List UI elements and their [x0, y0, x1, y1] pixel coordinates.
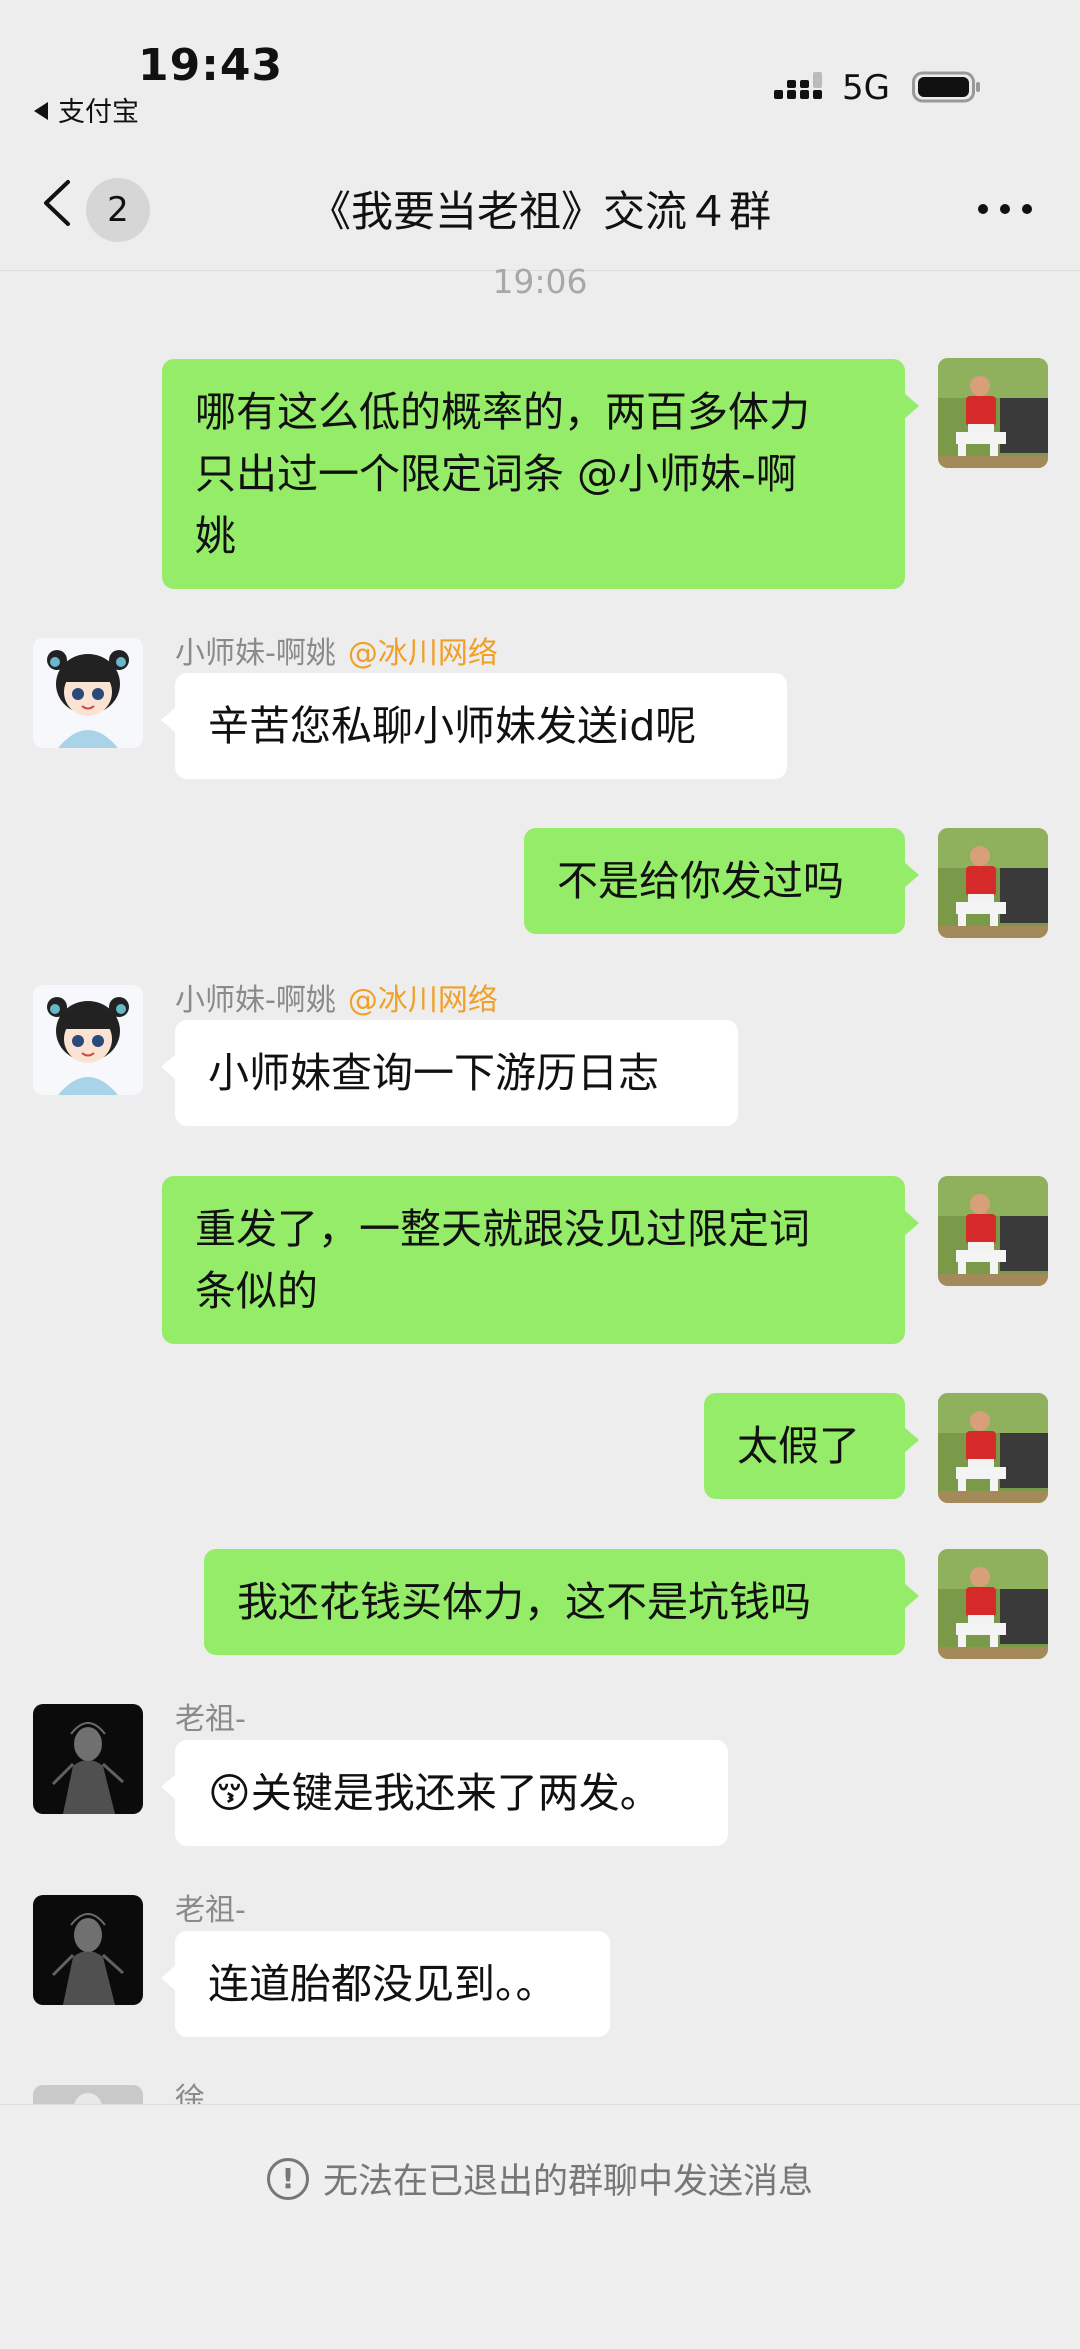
- message-line: 太假了: [737, 1422, 860, 1470]
- message-line: 只出过一个限定词条 @小师妹-啊: [195, 450, 797, 498]
- notice-text: 无法在已退出的群聊中发送消息: [322, 2162, 813, 2202]
- message-line: 我还花钱买体力，这不是坑钱吗: [237, 1578, 811, 1626]
- message-bubble-outgoing[interactable]: 我还花钱买体力，这不是坑钱吗: [204, 1549, 919, 1655]
- message-line: 重发了，一整天就跟没见过限定词: [195, 1205, 810, 1253]
- sender-avatar[interactable]: [33, 985, 143, 1095]
- ghost-warrior-avatar-image: [33, 1895, 143, 2005]
- sender-name-row: 小师妹-啊姚 @冰川网络: [175, 975, 498, 1019]
- sender-avatar[interactable]: [33, 1895, 143, 2005]
- message-bubble-incoming[interactable]: 辛苦您私聊小师妹发送id呢: [161, 673, 787, 779]
- kissing-emoji-icon: 😚: [208, 1769, 251, 1817]
- avatar-image: [33, 2085, 143, 2104]
- unread-count-badge[interactable]: 2: [86, 178, 150, 242]
- network-type: 5G: [842, 68, 890, 108]
- sender-name-row: 老祖-: [175, 1885, 246, 1929]
- left-group-notice: 无法在已退出的群聊中发送消息: [0, 2153, 1080, 2204]
- status-bar: 19:43 支付宝 5G: [0, 0, 1080, 130]
- sender-name: 小师妹-啊姚: [175, 636, 336, 671]
- sender-name: 老祖-: [175, 1893, 246, 1928]
- mention-tag[interactable]: @冰川网络: [348, 636, 498, 671]
- sender-avatar[interactable]: [33, 1704, 143, 1814]
- more-dots-icon[interactable]: [978, 204, 1032, 216]
- my-avatar-image: [938, 358, 1048, 468]
- sender-name: 老祖-: [175, 1702, 246, 1737]
- my-avatar-image: [938, 1393, 1048, 1503]
- back-triangle-icon: [34, 102, 48, 120]
- message-line: 关键是我还来了两发。: [250, 1769, 661, 1817]
- mention-tag[interactable]: @冰川网络: [348, 983, 498, 1018]
- status-time: 19:43: [138, 40, 284, 91]
- message-bubble-outgoing[interactable]: 重发了，一整天就跟没见过限定词 条似的: [162, 1176, 919, 1344]
- ghost-warrior-avatar-image: [33, 1704, 143, 1814]
- back-app-label: 支付宝: [58, 97, 139, 128]
- anime-girl-avatar-image: [33, 985, 143, 1095]
- sender-name: 小师妹-啊姚: [175, 983, 336, 1018]
- message-line: 哪有这么低的概率的，两百多体力: [195, 388, 810, 436]
- my-avatar[interactable]: [938, 1176, 1048, 1286]
- message-bubble-incoming[interactable]: 小师妹查询一下游历日志: [161, 1020, 738, 1126]
- my-avatar[interactable]: [938, 1393, 1048, 1503]
- message-line: 连道胎都没见到。。: [208, 1960, 557, 2008]
- battery-icon: [912, 71, 980, 103]
- my-avatar-image: [938, 1176, 1048, 1286]
- signal-icon: [774, 72, 822, 99]
- message-line: 不是给你发过吗: [557, 857, 844, 905]
- my-avatar[interactable]: [938, 828, 1048, 938]
- message-bubble-outgoing[interactable]: 不是给你发过吗: [524, 828, 919, 934]
- message-line: 条似的: [195, 1267, 318, 1315]
- chat-header: 2 《我要当老祖》交流４群: [0, 130, 1080, 271]
- message-line: 小师妹查询一下游历日志: [208, 1049, 659, 1097]
- message-timestamp: 19:06: [492, 262, 588, 301]
- sender-name-row: 小师妹-啊姚 @冰川网络: [175, 628, 498, 672]
- chat-title: 《我要当老祖》交流４群: [308, 187, 771, 236]
- message-bubble-incoming[interactable]: 😚关键是我还来了两发。: [161, 1740, 728, 1846]
- sender-avatar[interactable]: [33, 2085, 143, 2104]
- back-to-app-link[interactable]: 支付宝: [34, 90, 139, 129]
- message-line: 姚: [195, 512, 236, 560]
- sender-name-row: 老祖-: [175, 1694, 246, 1738]
- my-avatar[interactable]: [938, 1549, 1048, 1659]
- message-bubble-outgoing[interactable]: 哪有这么低的概率的，两百多体力 只出过一个限定词条 @小师妹-啊 姚: [162, 359, 919, 589]
- message-bubble-outgoing[interactable]: 太假了: [704, 1393, 919, 1499]
- my-avatar-image: [938, 828, 1048, 938]
- message-line: 辛苦您私聊小师妹发送id呢: [208, 702, 697, 750]
- my-avatar[interactable]: [938, 358, 1048, 468]
- input-area-disabled: 无法在已退出的群聊中发送消息: [0, 2104, 1080, 2349]
- message-bubble-incoming[interactable]: 连道胎都没见到。。: [161, 1931, 610, 2037]
- exclamation-circle-icon: [266, 2158, 309, 2200]
- back-chevron-icon[interactable]: [38, 178, 78, 228]
- sender-avatar[interactable]: [33, 638, 143, 748]
- my-avatar-image: [938, 1549, 1048, 1659]
- anime-girl-avatar-image: [33, 638, 143, 748]
